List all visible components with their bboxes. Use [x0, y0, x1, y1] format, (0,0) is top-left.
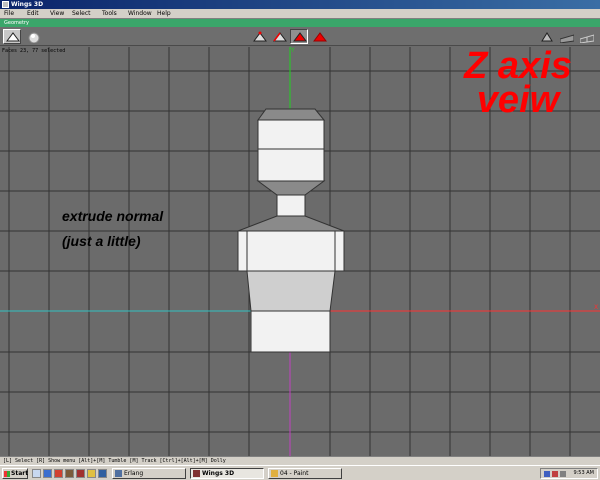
title-bar: Wings 3D	[0, 0, 600, 9]
start-label: Start	[11, 470, 29, 477]
selection-info: Faces 23, 77 selected	[2, 48, 66, 54]
note-annotation-line1: extrude normal	[62, 208, 164, 224]
smooth-preview-icon	[560, 34, 574, 43]
tray-volume-icon[interactable]	[560, 471, 566, 477]
menu-tools[interactable]: Tools	[102, 9, 117, 19]
taskbar: Start Erlang Wings 3D 04 - Paint 9:53 AM	[0, 465, 600, 480]
menu-help[interactable]: Help	[157, 9, 171, 19]
face-mode-icon	[293, 32, 307, 42]
y-axis-label: Y	[290, 47, 295, 54]
app-icon[interactable]	[2, 1, 9, 8]
view-annotation-line1: Z axis	[464, 47, 572, 87]
vertex-select-button[interactable]	[3, 29, 21, 44]
wings3d-icon	[193, 470, 200, 477]
shaded-sphere-icon	[28, 32, 40, 43]
quicklaunch-app4-icon[interactable]	[87, 469, 96, 478]
tray-app-icon[interactable]	[552, 471, 558, 477]
edge-mode-button[interactable]	[270, 29, 288, 44]
clock[interactable]: 9:53 AM	[573, 469, 594, 478]
paint-icon	[271, 470, 278, 477]
task-erlang-label: Erlang	[124, 470, 144, 477]
shaded-sphere-button[interactable]	[24, 29, 42, 44]
hip-face[interactable]	[250, 310, 331, 353]
face-mode-button[interactable]	[290, 29, 308, 44]
erlang-icon	[115, 470, 122, 477]
menu-bar: File Edit View Select Tools Window Help	[0, 9, 600, 19]
neck-face[interactable]	[276, 194, 306, 217]
wireframe-button[interactable]	[577, 29, 595, 44]
task-paint-label: 04 - Paint	[280, 470, 309, 477]
head-upper-face[interactable]	[257, 119, 325, 150]
x-axis-label: X	[594, 304, 598, 311]
task-wings3d-label: Wings 3D	[202, 470, 235, 477]
tray-network-icon[interactable]	[544, 471, 550, 477]
model-figure[interactable]	[237, 108, 345, 353]
wireframe-icon	[580, 34, 594, 43]
quicklaunch-ie-icon[interactable]	[43, 469, 52, 478]
task-erlang[interactable]: Erlang	[112, 468, 186, 479]
head-top-face[interactable]	[257, 108, 326, 121]
quicklaunch-app2-icon[interactable]	[65, 469, 74, 478]
head-lower-face[interactable]	[257, 148, 325, 182]
menu-edit[interactable]: Edit	[27, 9, 39, 19]
geometry-viewport[interactable]: Y X Faces 23, 77 selected Z axis veiw ex…	[0, 47, 600, 456]
menu-window[interactable]: Window	[128, 9, 152, 19]
view-annotation: Z axis veiw	[448, 47, 588, 121]
quicklaunch-app3-icon[interactable]	[76, 469, 85, 478]
toolbar	[0, 27, 600, 46]
task-wings3d[interactable]: Wings 3D	[190, 468, 264, 479]
view-annotation-line2: veiw	[476, 79, 560, 121]
windows-logo-icon	[4, 471, 10, 477]
quicklaunch-desktop-icon[interactable]	[32, 469, 41, 478]
body-mode-icon	[313, 32, 327, 42]
body-mode-button[interactable]	[310, 29, 328, 44]
geometry-label: Geometry	[4, 20, 29, 26]
waist-face[interactable]	[246, 270, 336, 312]
menu-view[interactable]: View	[50, 9, 64, 19]
window-title: Wings 3D	[11, 1, 44, 8]
shoulder-face[interactable]	[237, 215, 345, 232]
menu-select[interactable]: Select	[72, 9, 91, 19]
note-annotation-line2: (just a little)	[62, 233, 141, 249]
status-bar: [L] Select [R] Show menu [Alt]+[M] Tumbl…	[0, 456, 600, 465]
task-paint[interactable]: 04 - Paint	[268, 468, 342, 479]
vertex-mode-icon	[253, 31, 267, 42]
menu-file[interactable]: File	[4, 9, 14, 19]
smooth-preview-button[interactable]	[557, 29, 575, 44]
vertex-mode-button[interactable]	[250, 29, 268, 44]
start-button[interactable]: Start	[2, 468, 28, 479]
quicklaunch-app5-icon[interactable]	[98, 469, 107, 478]
right-arm-face[interactable]	[334, 230, 345, 272]
view-axis-icon	[541, 32, 553, 42]
quicklaunch-app-icon[interactable]	[54, 469, 63, 478]
jaw-face[interactable]	[256, 180, 326, 196]
edge-mode-icon	[273, 32, 287, 42]
geometry-window-bar[interactable]: Geometry	[0, 19, 600, 27]
torso-face[interactable]	[246, 230, 336, 272]
left-arm-face[interactable]	[237, 230, 248, 272]
vertex-select-icon	[6, 32, 20, 42]
system-tray: 9:53 AM	[540, 468, 598, 479]
view-axis-button[interactable]	[537, 29, 555, 44]
